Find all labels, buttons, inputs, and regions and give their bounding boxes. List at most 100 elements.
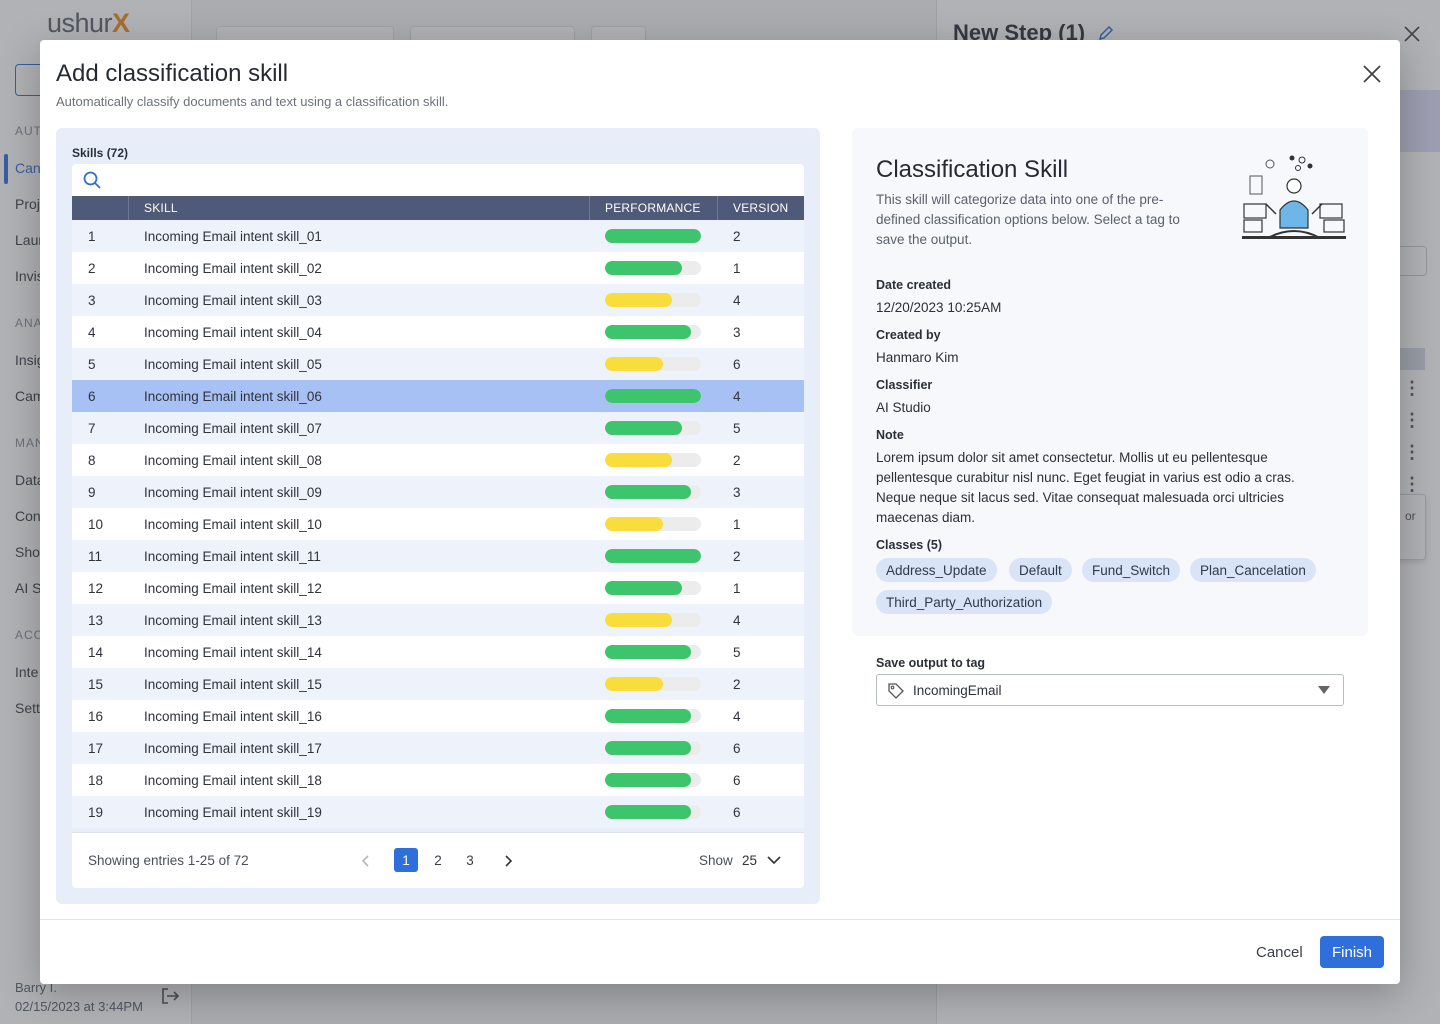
caret-down-icon bbox=[1318, 686, 1330, 694]
performance-bar-fill bbox=[605, 581, 682, 595]
performance-cell bbox=[590, 636, 718, 668]
page-button-1[interactable]: 1 bbox=[394, 848, 418, 872]
page-size-value: 25 bbox=[742, 853, 758, 868]
row-index: 10 bbox=[88, 516, 104, 532]
performance-cell bbox=[590, 508, 718, 540]
performance-cell bbox=[590, 764, 718, 796]
column-header-skill[interactable]: SKILL bbox=[129, 196, 590, 220]
skills-count-label: Skills (72) bbox=[72, 146, 129, 160]
finish-button[interactable]: Finish bbox=[1320, 936, 1384, 968]
table-row[interactable]: 18 Incoming Email intent skill_18 6 bbox=[72, 764, 804, 796]
performance-bar-fill bbox=[605, 613, 673, 627]
row-index: 12 bbox=[88, 580, 104, 596]
table-row[interactable]: 14 Incoming Email intent skill_14 5 bbox=[72, 636, 804, 668]
column-header-version[interactable]: VERSION bbox=[718, 196, 804, 220]
table-row[interactable]: 11 Incoming Email intent skill_11 2 bbox=[72, 540, 804, 572]
created-by-value: Hanmaro Kim bbox=[876, 350, 959, 365]
table-row[interactable]: 15 Incoming Email intent skill_15 2 bbox=[72, 668, 804, 700]
version: 4 bbox=[733, 388, 741, 404]
date-created-label: Date created bbox=[876, 278, 952, 292]
column-header-performance[interactable]: PERFORMANCE bbox=[590, 196, 718, 220]
performance-bar bbox=[605, 517, 701, 531]
row-index: 18 bbox=[88, 772, 104, 788]
classifier-label: Classifier bbox=[876, 378, 933, 392]
performance-bar bbox=[605, 389, 701, 403]
performance-bar bbox=[605, 677, 701, 691]
row-index: 16 bbox=[88, 708, 104, 724]
performance-bar-fill bbox=[605, 741, 692, 755]
row-index: 13 bbox=[88, 612, 104, 628]
page-size-select[interactable]: 25 bbox=[740, 849, 788, 871]
performance-bar bbox=[605, 261, 701, 275]
close-icon[interactable] bbox=[1360, 62, 1384, 86]
performance-cell bbox=[590, 476, 718, 508]
table-row[interactable]: 19 Incoming Email intent skill_19 6 bbox=[72, 796, 804, 828]
chevron-left-icon[interactable] bbox=[356, 851, 376, 871]
performance-bar bbox=[605, 229, 701, 243]
row-index: 6 bbox=[88, 388, 96, 404]
performance-bar-fill bbox=[605, 677, 663, 691]
class-chip: Plan_Cancelation bbox=[1190, 558, 1316, 582]
performance-bar bbox=[605, 741, 701, 755]
version: 4 bbox=[733, 708, 741, 724]
table-row[interactable]: 9 Incoming Email intent skill_09 3 bbox=[72, 476, 804, 508]
performance-cell bbox=[590, 604, 718, 636]
version: 2 bbox=[733, 452, 741, 468]
performance-bar bbox=[605, 453, 701, 467]
skill-name: Incoming Email intent skill_07 bbox=[144, 420, 322, 436]
save-tag-value: IncomingEmail bbox=[913, 683, 1002, 698]
performance-cell bbox=[590, 540, 718, 572]
row-index: 4 bbox=[88, 324, 96, 340]
modal-title: Add classification skill bbox=[56, 60, 289, 87]
search-input[interactable] bbox=[112, 168, 792, 192]
table-row[interactable]: 3 Incoming Email intent skill_03 4 bbox=[72, 284, 804, 316]
performance-bar bbox=[605, 709, 701, 723]
performance-bar bbox=[605, 485, 701, 499]
note-value: Lorem ipsum dolor sit amet consectetur. … bbox=[876, 450, 1295, 525]
class-chip: Default bbox=[1009, 558, 1072, 582]
performance-bar-fill bbox=[605, 293, 673, 307]
version: 4 bbox=[733, 292, 741, 308]
skills-search bbox=[72, 164, 804, 196]
table-row[interactable]: 10 Incoming Email intent skill_10 1 bbox=[72, 508, 804, 540]
page-button-3[interactable]: 3 bbox=[458, 848, 482, 872]
performance-bar-fill bbox=[605, 805, 692, 819]
table-row[interactable]: 8 Incoming Email intent skill_08 2 bbox=[72, 444, 804, 476]
performance-bar-fill bbox=[605, 517, 663, 531]
table-row[interactable]: 16 Incoming Email intent skill_16 4 bbox=[72, 700, 804, 732]
save-tag-select[interactable]: IncomingEmail bbox=[876, 674, 1344, 706]
add-classification-skill-modal: Add classification skill Automatically c… bbox=[40, 40, 1400, 984]
skill-name: Incoming Email intent skill_12 bbox=[144, 580, 322, 596]
performance-bar-fill bbox=[605, 645, 692, 659]
date-created-value: 12/20/2023 10:25AM bbox=[876, 300, 1002, 315]
version: 4 bbox=[733, 612, 741, 628]
version: 1 bbox=[733, 516, 741, 532]
skill-name: Incoming Email intent skill_16 bbox=[144, 708, 322, 724]
row-index: 19 bbox=[88, 804, 104, 820]
class-chip: Address_Update bbox=[876, 558, 997, 582]
table-row[interactable]: 6 Incoming Email intent skill_06 4 bbox=[72, 380, 804, 412]
version: 2 bbox=[733, 676, 741, 692]
table-row[interactable]: 4 Incoming Email intent skill_04 3 bbox=[72, 316, 804, 348]
cancel-button[interactable]: Cancel bbox=[1244, 936, 1315, 968]
version: 3 bbox=[733, 324, 741, 340]
table-row[interactable]: 17 Incoming Email intent skill_17 6 bbox=[72, 732, 804, 764]
skill-name: Incoming Email intent skill_06 bbox=[144, 388, 322, 404]
skill-detail-card: Classification Skill This skill will cat… bbox=[852, 128, 1368, 636]
chevron-right-icon[interactable] bbox=[498, 851, 518, 871]
skill-name: Incoming Email intent skill_14 bbox=[144, 644, 322, 660]
table-row[interactable]: 7 Incoming Email intent skill_07 5 bbox=[72, 412, 804, 444]
table-row[interactable]: 5 Incoming Email intent skill_05 6 bbox=[72, 348, 804, 380]
table-row[interactable]: 13 Incoming Email intent skill_13 4 bbox=[72, 604, 804, 636]
table-row[interactable]: 1 Incoming Email intent skill_01 2 bbox=[72, 220, 804, 252]
table-row[interactable]: 12 Incoming Email intent skill_12 1 bbox=[72, 572, 804, 604]
table-row[interactable]: 2 Incoming Email intent skill_02 1 bbox=[72, 252, 804, 284]
row-index: 9 bbox=[88, 484, 96, 500]
version: 5 bbox=[733, 644, 741, 660]
skill-name: Incoming Email intent skill_02 bbox=[144, 260, 322, 276]
entries-count: Showing entries 1-25 of 72 bbox=[88, 853, 249, 868]
classes-label: Classes (5) bbox=[876, 538, 943, 552]
skill-name: Incoming Email intent skill_10 bbox=[144, 516, 322, 532]
page-button-2[interactable]: 2 bbox=[426, 848, 450, 872]
skill-name: Incoming Email intent skill_09 bbox=[144, 484, 322, 500]
